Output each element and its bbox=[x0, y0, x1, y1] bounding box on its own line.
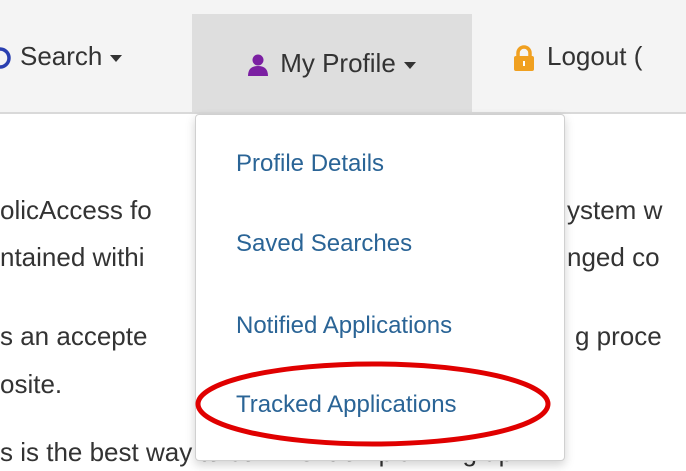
menu-item-saved-searches[interactable]: Saved Searches bbox=[236, 230, 412, 258]
logout-label: Logout ( bbox=[547, 41, 643, 71]
chevron-down-icon bbox=[403, 61, 416, 69]
my-profile-menu[interactable]: My Profile bbox=[192, 14, 472, 112]
menu-item-profile-details[interactable]: Profile Details bbox=[236, 150, 384, 178]
body-text: ystem w bbox=[567, 195, 663, 225]
profile-dropdown-menu: Profile Details Saved Searches Notified … bbox=[195, 114, 565, 461]
search-icon bbox=[0, 47, 11, 69]
lock-icon bbox=[514, 45, 534, 72]
body-text: osite. bbox=[0, 369, 63, 399]
body-text: g proce bbox=[575, 321, 662, 351]
body-text: ntained withi bbox=[0, 242, 145, 272]
body-text: nged co bbox=[567, 242, 660, 272]
menu-item-notified-applications[interactable]: Notified Applications bbox=[236, 312, 452, 340]
navbar: Search My Profile Logout ( bbox=[0, 0, 686, 112]
search-label: Search bbox=[20, 41, 103, 71]
user-icon bbox=[248, 54, 269, 77]
my-profile-label: My Profile bbox=[280, 48, 396, 78]
body-text: s an accepte bbox=[0, 321, 148, 351]
logout-link[interactable]: Logout ( bbox=[513, 28, 642, 84]
chevron-down-icon bbox=[110, 54, 123, 62]
search-menu[interactable]: Search bbox=[0, 28, 123, 84]
body-text: olicAccess fo bbox=[0, 195, 152, 225]
menu-item-tracked-applications[interactable]: Tracked Applications bbox=[236, 391, 457, 419]
